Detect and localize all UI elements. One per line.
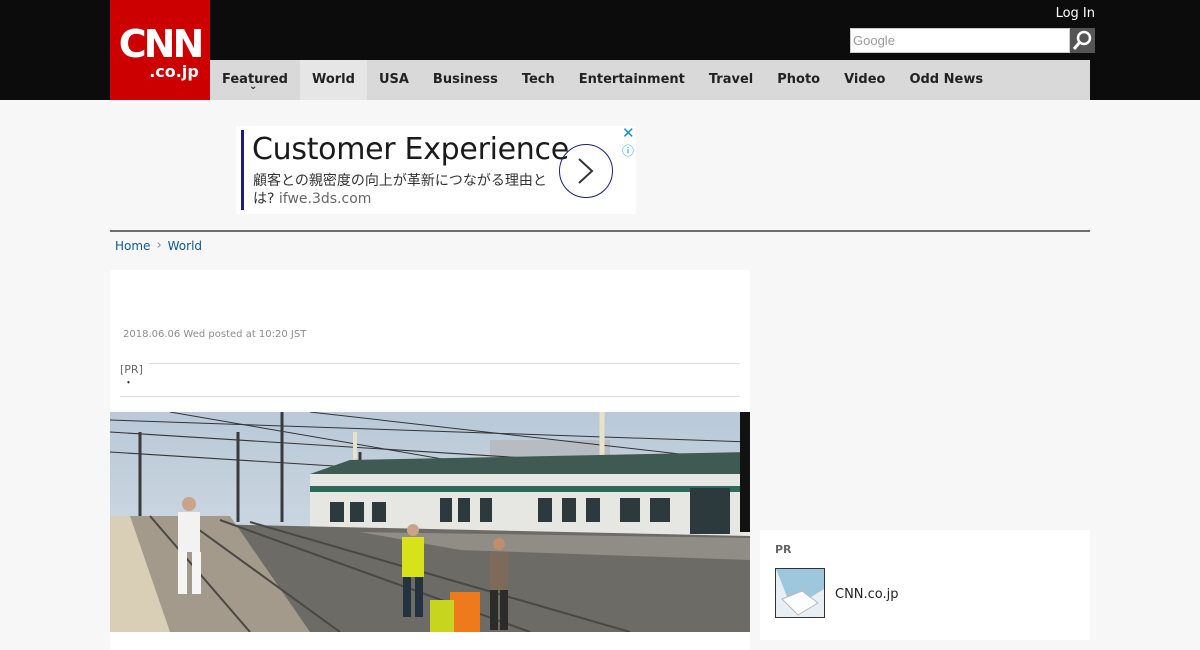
pr-link[interactable]: ・ bbox=[123, 374, 134, 390]
search-button[interactable] bbox=[1070, 28, 1095, 53]
info-icon[interactable]: ⓘ bbox=[622, 142, 634, 159]
login-link[interactable]: Log In bbox=[1056, 6, 1095, 21]
nav-photo[interactable]: Photo bbox=[765, 60, 832, 100]
nav-business[interactable]: Business bbox=[421, 60, 510, 100]
chevron-right-icon bbox=[578, 158, 594, 184]
nav-entertainment[interactable]: Entertainment bbox=[567, 60, 697, 100]
nav-world[interactable]: World bbox=[299, 60, 367, 100]
chevron-down-icon: ⌄ bbox=[248, 81, 258, 92]
sidebar-pr-label: PR bbox=[775, 543, 792, 556]
breadcrumb-world[interactable]: World bbox=[168, 239, 202, 253]
pr-bottom-divider bbox=[120, 396, 740, 397]
section-divider bbox=[110, 230, 1090, 232]
article-photo bbox=[110, 412, 750, 632]
envelope-icon bbox=[776, 569, 824, 617]
search-input[interactable]: Google bbox=[850, 28, 1070, 53]
search-icon bbox=[1072, 30, 1092, 50]
ad-host: ifwe.3ds.com bbox=[278, 191, 372, 207]
cnn-logo[interactable]: CNN .co.jp bbox=[110, 0, 210, 100]
pr-section: [PR] ・ bbox=[120, 358, 740, 389]
breadcrumb: Home › World bbox=[115, 238, 202, 253]
ad-accent-bar bbox=[241, 130, 244, 210]
ad-title: Customer Experience bbox=[252, 132, 569, 167]
close-icon[interactable]: ✕ bbox=[622, 124, 635, 142]
logo-text: CNN bbox=[118, 22, 205, 66]
ad-description: 顧客との親密度の向上が革新につながる理由とは? ifwe.3ds.com bbox=[253, 172, 563, 208]
pr-thumbnail[interactable] bbox=[775, 568, 825, 618]
ad-banner[interactable]: Customer Experience 顧客との親密度の向上が革新につながる理由… bbox=[236, 124, 636, 214]
pr-label: [PR] bbox=[120, 363, 149, 376]
ad-open-button[interactable] bbox=[559, 144, 613, 198]
nav-usa[interactable]: USA bbox=[367, 60, 421, 100]
nav-video[interactable]: Video bbox=[832, 60, 897, 100]
nav-odd-news[interactable]: Odd News bbox=[897, 60, 995, 100]
nav-featured[interactable]: Featured ⌄ bbox=[210, 60, 300, 100]
nav-tech[interactable]: Tech bbox=[510, 60, 567, 100]
article-date: 2018.06.06 Wed posted at 10:20 JST bbox=[123, 329, 307, 340]
nav-travel[interactable]: Travel bbox=[697, 60, 765, 100]
breadcrumb-home[interactable]: Home bbox=[115, 239, 150, 253]
main-nav: Featured ⌄ World USA Business Tech Enter… bbox=[210, 60, 1090, 100]
sidebar-pr-box: PR CNN.co.jp bbox=[760, 530, 1090, 640]
chevron-right-icon: › bbox=[156, 238, 162, 253]
pr-item-link[interactable]: CNN.co.jp bbox=[835, 587, 899, 602]
pr-divider bbox=[120, 363, 740, 364]
